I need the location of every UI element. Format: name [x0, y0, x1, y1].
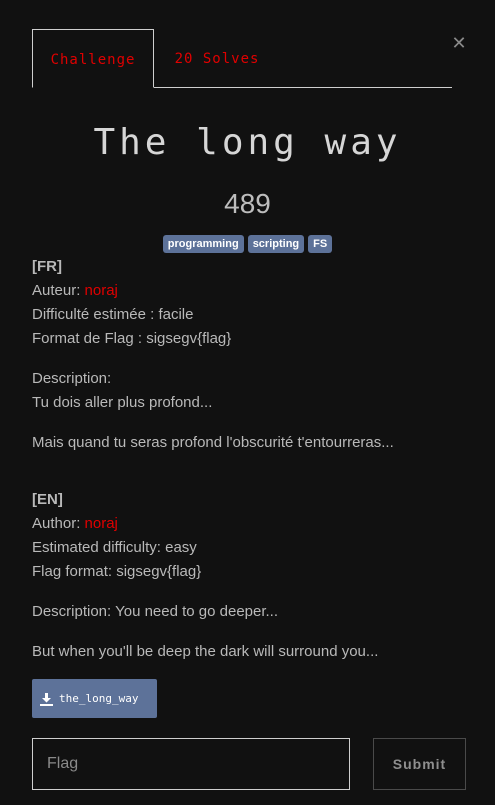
download-file-button[interactable]: the_long_way: [32, 679, 157, 718]
flag-format-text: Flag format: sigsegv{flag}: [32, 563, 202, 580]
tag-badge: FS: [308, 235, 333, 253]
section-header-en: [EN]: [32, 491, 63, 508]
file-name: the_long_way: [59, 692, 139, 705]
description-extra: But when you'll be deep the dark will su…: [32, 643, 379, 660]
flag-input[interactable]: [32, 738, 350, 790]
description-text: Tu dois aller plus profond...: [32, 394, 213, 411]
difficulty-text: Difficulté estimée : facile: [32, 306, 194, 323]
tag-badge: scripting: [247, 235, 305, 253]
tab-solves[interactable]: 20 Solves: [160, 29, 274, 87]
difficulty-text: Estimated difficulty: easy: [32, 539, 197, 556]
challenge-points: 489: [224, 188, 271, 219]
author-name: noraj: [84, 282, 118, 299]
challenge-description: [FR] Auteur: noraj Difficulté estimée : …: [32, 255, 472, 680]
author-label: Author:: [32, 515, 85, 532]
section-header-fr: [FR]: [32, 258, 62, 275]
description-extra: Mais quand tu seras profond l'obscurité …: [32, 434, 394, 451]
tag-badge: programming: [162, 235, 244, 253]
description-label: Description:: [32, 370, 112, 387]
description-text: Description: You need to go deeper...: [32, 603, 279, 620]
tag-list: programming scripting FS: [0, 235, 495, 253]
tab-challenge[interactable]: Challenge: [32, 29, 154, 88]
download-icon: [40, 692, 53, 706]
challenge-title: The long way: [93, 122, 402, 163]
flag-format-text: Format de Flag : sigsegv{flag}: [32, 330, 232, 347]
submit-button[interactable]: Submit: [373, 738, 466, 790]
close-icon[interactable]: ✕: [450, 34, 468, 52]
author-name: noraj: [84, 515, 118, 532]
tab-bar: Challenge 20 Solves: [32, 29, 452, 88]
author-label: Auteur:: [32, 282, 85, 299]
